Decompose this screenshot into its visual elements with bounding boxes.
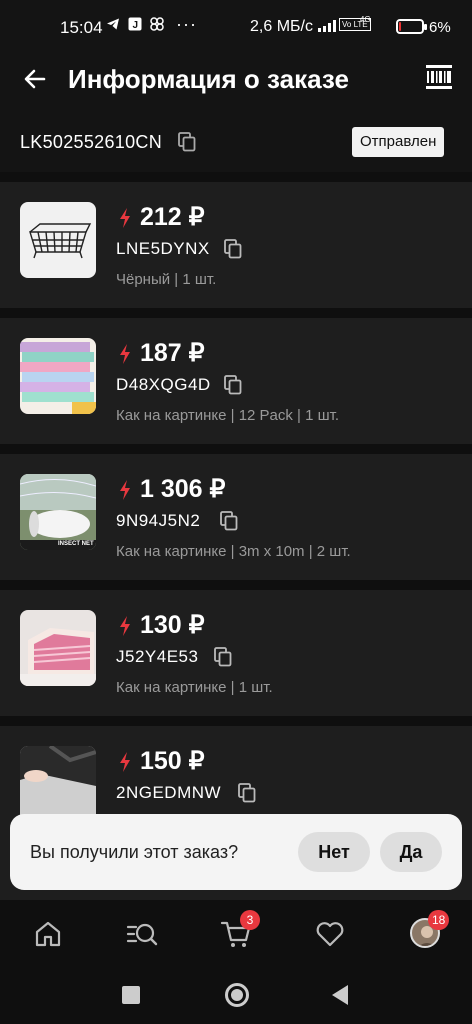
home-system-button[interactable]	[225, 983, 249, 1007]
battery-icon	[396, 19, 427, 34]
item-code: D48XQG4D	[116, 375, 211, 394]
app-j-icon: J	[128, 17, 142, 31]
bottom-navigation: 3 18	[0, 900, 472, 970]
item-description: Чёрный | 1 шт.	[116, 271, 217, 288]
product-image-dish-cloths	[20, 338, 96, 414]
pinwheel-icon	[150, 17, 164, 31]
heart-icon[interactable]	[314, 918, 346, 950]
order-item[interactable]: 130 ₽ J52Y4E53 Как на картинке | 1 шт.	[0, 590, 472, 716]
status-notification-icons: J	[106, 17, 164, 31]
item-code: 2NGEDMNW	[116, 783, 222, 802]
copy-icon[interactable]	[178, 132, 196, 152]
order-item[interactable]: INSECT NET 1 306 ₽ 9N94J5N2 Как на карти…	[0, 454, 472, 580]
battery-percent: 6%	[429, 19, 451, 36]
item-price: 150 ₽	[140, 747, 205, 775]
lightning-icon	[120, 480, 130, 500]
svg-text:J: J	[133, 20, 139, 31]
item-code: J52Y4E53	[116, 647, 199, 666]
barcode-icon[interactable]	[424, 62, 454, 92]
product-image-stove-liner	[20, 746, 96, 822]
app-header: Информация о заказе	[0, 56, 472, 120]
signal-icon	[318, 20, 336, 32]
item-price: 130 ₽	[140, 611, 205, 639]
product-image-insect-net: INSECT NET	[20, 474, 96, 550]
copy-icon[interactable]	[224, 239, 242, 259]
copy-icon[interactable]	[214, 647, 232, 667]
status-time: 15:04	[60, 18, 103, 37]
tracking-number: LK502552610CN	[20, 132, 163, 152]
status-network-speed: 2,6 МБ/с	[250, 18, 313, 35]
copy-icon[interactable]	[224, 375, 242, 395]
product-image-pink-packets	[20, 610, 96, 686]
system-navigation-bar	[0, 970, 472, 1024]
back-triangle-icon[interactable]	[330, 984, 350, 1006]
lightning-icon	[120, 344, 130, 364]
network-type: 4G	[360, 15, 371, 24]
item-price: 1 306 ₽	[140, 475, 226, 503]
dialog-question: Вы получили этот заказ?	[30, 842, 239, 862]
profile-badge: 18	[428, 910, 450, 930]
home-icon[interactable]	[32, 918, 64, 950]
arrow-left-icon[interactable]	[20, 64, 50, 94]
item-description: Как на картинке | 12 Pack | 1 шт.	[116, 407, 340, 424]
status-bar: 15:04 J ··· 2,6 МБ/с Vo LTE 4G 6%	[0, 0, 472, 56]
lightning-icon	[120, 752, 130, 772]
item-price: 187 ₽	[140, 339, 205, 367]
page-title: Информация о заказе	[68, 64, 349, 94]
lightning-icon	[120, 616, 130, 636]
order-status-badge: Отправлен	[352, 127, 445, 157]
cart-badge: 3	[240, 910, 260, 930]
telegram-icon	[107, 18, 119, 30]
order-item[interactable]: 187 ₽ D48XQG4D Как на картинке | 12 Pack…	[0, 318, 472, 444]
order-tracking-row: LK502552610CN Отправлен	[0, 120, 472, 172]
item-code: 9N94J5N2	[116, 511, 201, 530]
item-description: Как на картинке | 3m x 10m | 2 шт.	[116, 543, 351, 560]
product-image-wire-basket	[20, 202, 96, 278]
catalog-search-icon[interactable]	[126, 918, 158, 950]
product-image-caption: INSECT NET	[58, 541, 94, 547]
status-more-dots: ···	[176, 14, 197, 34]
recent-apps-button[interactable]	[122, 986, 140, 1004]
copy-icon[interactable]	[238, 783, 256, 803]
yes-button[interactable]: Да	[380, 832, 442, 872]
no-button[interactable]: Нет	[298, 832, 370, 872]
receipt-confirm-dialog: Вы получили этот заказ? Нет Да	[10, 814, 462, 890]
battery-level	[399, 22, 401, 31]
order-item[interactable]: 212 ₽ LNE5DYNX Чёрный | 1 шт.	[0, 182, 472, 308]
copy-icon[interactable]	[220, 511, 238, 531]
item-description: Как на картинке | 1 шт.	[116, 679, 273, 696]
item-price: 212 ₽	[140, 203, 205, 231]
lightning-icon	[120, 208, 130, 228]
item-code: LNE5DYNX	[116, 239, 210, 258]
